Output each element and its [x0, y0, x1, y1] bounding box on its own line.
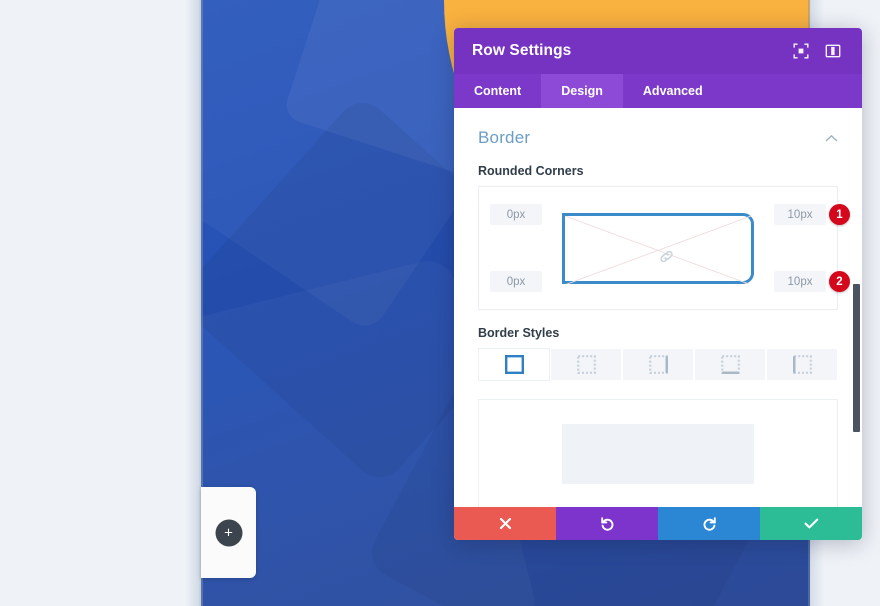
- border-all-dashed-option[interactable]: [550, 348, 622, 381]
- modal-tabs: Content Design Advanced: [454, 74, 862, 108]
- border-left-option[interactable]: [766, 348, 838, 381]
- page-title: Row Settings: [472, 42, 572, 59]
- cancel-button[interactable]: [454, 507, 556, 540]
- border-all-solid-option[interactable]: [478, 348, 550, 381]
- annotation-badge-2: 2: [829, 271, 850, 292]
- left-corner-inputs: 0px 0px: [490, 204, 542, 292]
- undo-button[interactable]: [556, 507, 658, 540]
- row-settings-modal: Row Settings Content Design Advanced Bor…: [454, 28, 862, 540]
- border-styles-label: Border Styles: [478, 326, 560, 340]
- add-module-card[interactable]: +: [201, 487, 256, 578]
- rounded-corners-label: Rounded Corners: [478, 164, 584, 178]
- top-right-radius-input[interactable]: 10px: [774, 204, 826, 225]
- tab-content[interactable]: Content: [454, 74, 541, 108]
- add-module-button[interactable]: +: [215, 519, 242, 546]
- screen: + Row Settings Content Design Advanced B…: [0, 0, 880, 606]
- rounded-corners-control: 0px 0px 10px 10px 1 2: [478, 186, 850, 310]
- annotation-badge-1: 1: [829, 204, 850, 225]
- border-section-header[interactable]: Border: [478, 108, 838, 148]
- bottom-left-radius-input[interactable]: 0px: [490, 271, 542, 292]
- modal-scrollbar-track[interactable]: [850, 256, 862, 507]
- tab-advanced[interactable]: Advanced: [623, 74, 723, 108]
- border-preview-swatch: [562, 424, 754, 484]
- tab-design[interactable]: Design: [541, 74, 623, 108]
- border-preview-area: [478, 399, 838, 507]
- layout-panel-icon[interactable]: [822, 40, 844, 62]
- chevron-up-icon[interactable]: [825, 131, 838, 146]
- bottom-right-radius-input[interactable]: 10px: [774, 271, 826, 292]
- modal-footer: [454, 507, 862, 540]
- focus-target-icon[interactable]: [790, 40, 812, 62]
- border-bottom-option[interactable]: [694, 348, 766, 381]
- border-right-option[interactable]: [622, 348, 694, 381]
- modal-scrollbar-thumb[interactable]: [853, 284, 860, 432]
- top-left-radius-input[interactable]: 0px: [490, 204, 542, 225]
- section-title: Border: [478, 128, 531, 147]
- corner-preview-box[interactable]: [562, 212, 754, 285]
- redo-button[interactable]: [658, 507, 760, 540]
- modal-body: Border Rounded Corners 0px 0px 10px 10px…: [454, 108, 862, 507]
- modal-header: Row Settings: [454, 28, 862, 74]
- right-corner-inputs: 10px 10px 1 2: [774, 204, 850, 292]
- save-button[interactable]: [760, 507, 862, 540]
- border-styles-options: [478, 348, 838, 381]
